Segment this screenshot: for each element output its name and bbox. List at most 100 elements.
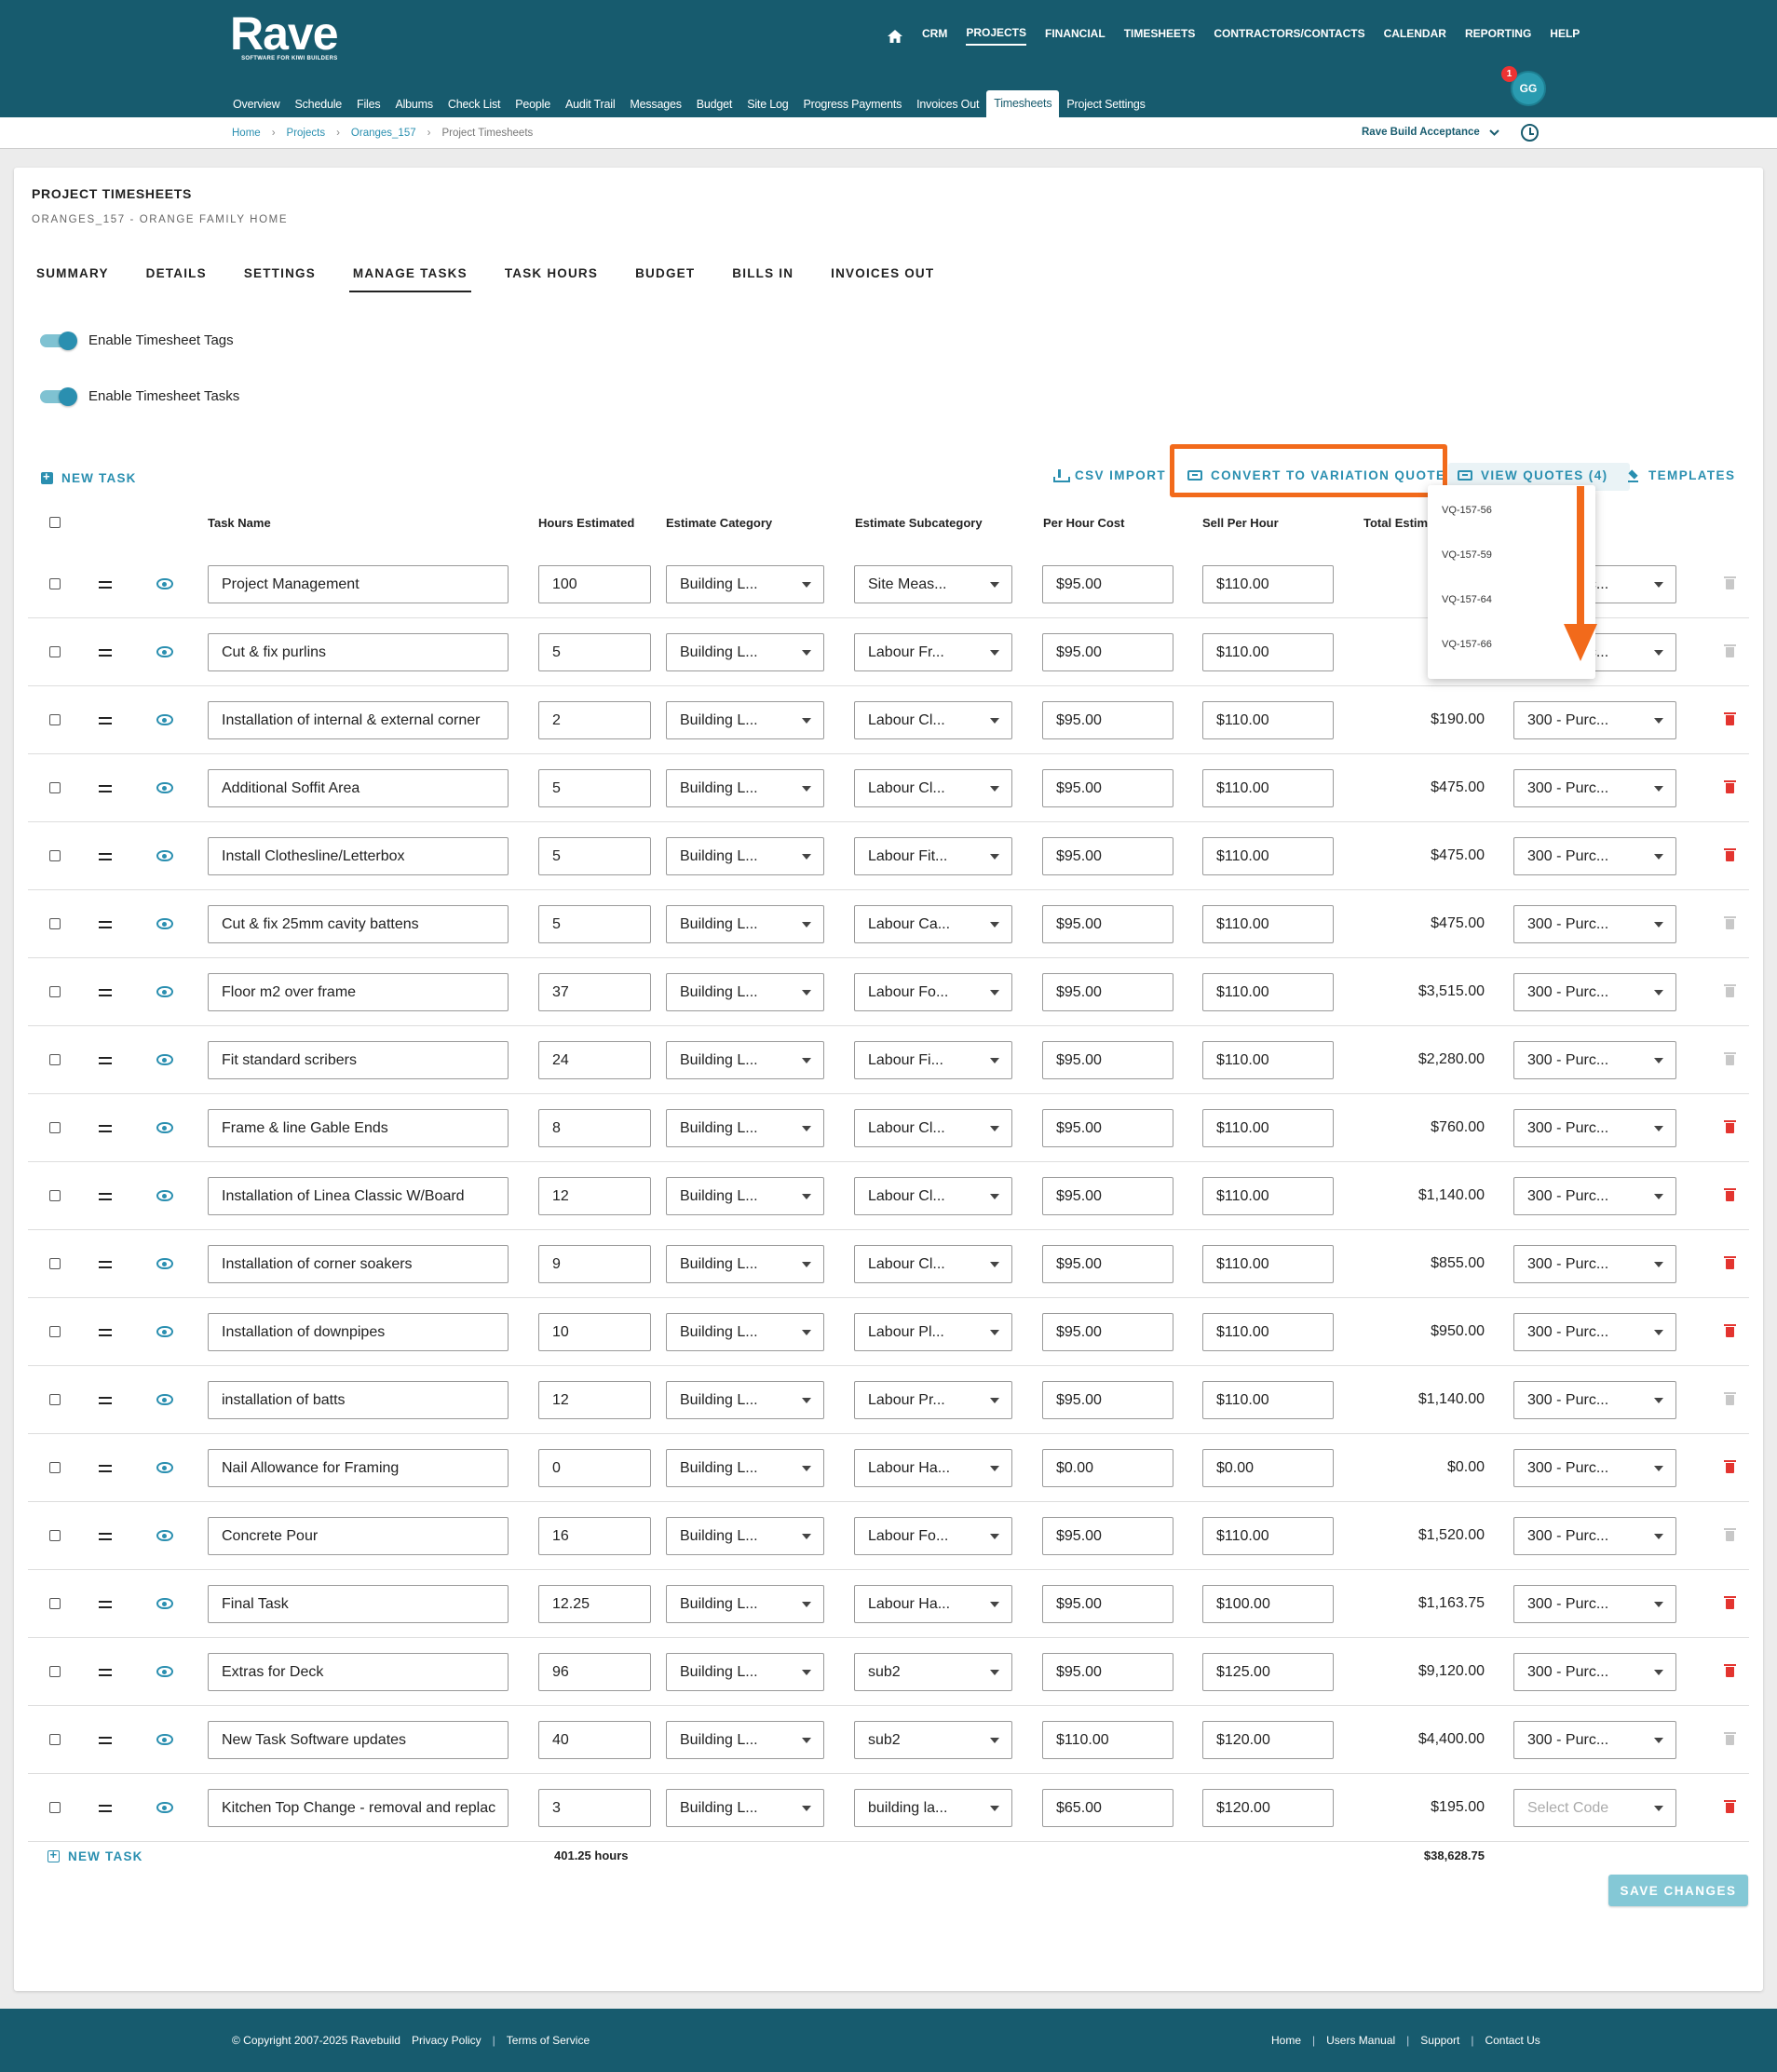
estimate-subcategory-select[interactable]: Labour Cl...: [854, 1109, 1012, 1147]
estimate-category-select[interactable]: Building L...: [666, 973, 824, 1011]
sub-nav-progress-payments[interactable]: Progress Payments: [803, 98, 902, 117]
estimate-category-select[interactable]: Building L...: [666, 633, 824, 671]
trash-icon[interactable]: [1724, 1324, 1736, 1337]
breadcrumb-home[interactable]: Home: [232, 128, 261, 139]
account-code-select[interactable]: 300 - Purc...: [1513, 973, 1676, 1011]
per-hour-cost-input[interactable]: $95.00: [1042, 1517, 1173, 1555]
sell-per-hour-input[interactable]: $110.00: [1202, 1109, 1334, 1147]
sell-per-hour-input[interactable]: $120.00: [1202, 1789, 1334, 1827]
per-hour-cost-input[interactable]: $95.00: [1042, 1381, 1173, 1419]
per-hour-cost-input[interactable]: $95.00: [1042, 1653, 1173, 1691]
hours-input[interactable]: 40: [538, 1721, 651, 1759]
home-icon[interactable]: [887, 29, 903, 44]
estimate-subcategory-select[interactable]: Labour Ca...: [854, 905, 1012, 943]
task-name-input[interactable]: Frame & line Gable Ends: [208, 1109, 509, 1147]
tab-settings[interactable]: SETTINGS: [240, 266, 319, 292]
tab-budget[interactable]: BUDGET: [631, 266, 699, 292]
hours-input[interactable]: 8: [538, 1109, 651, 1147]
privacy-policy-link[interactable]: Privacy Policy: [412, 2034, 482, 2047]
drag-handle-icon[interactable]: [99, 1669, 112, 1676]
sub-nav-check-list[interactable]: Check List: [448, 98, 501, 117]
estimate-subcategory-select[interactable]: Labour Ha...: [854, 1449, 1012, 1487]
select-all-checkbox[interactable]: [49, 517, 61, 528]
sub-nav-project-settings[interactable]: Project Settings: [1066, 98, 1146, 117]
account-code-select[interactable]: 300 - Purc...: [1513, 1313, 1676, 1351]
breadcrumb-projects[interactable]: Projects: [287, 128, 326, 139]
estimate-subcategory-select[interactable]: Labour Cl...: [854, 769, 1012, 807]
account-code-select[interactable]: 300 - Purc...: [1513, 1517, 1676, 1555]
account-code-select[interactable]: 300 - Purc...: [1513, 1381, 1676, 1419]
eye-icon[interactable]: [156, 1258, 173, 1269]
eye-icon[interactable]: [156, 986, 173, 997]
estimate-subcategory-select[interactable]: Labour Ha...: [854, 1585, 1012, 1623]
per-hour-cost-input[interactable]: $95.00: [1042, 1177, 1173, 1215]
trash-icon[interactable]: [1724, 1596, 1736, 1609]
task-name-input[interactable]: Install Clothesline/Letterbox: [208, 837, 509, 875]
estimate-category-select[interactable]: Building L...: [666, 1313, 824, 1351]
estimate-category-select[interactable]: Building L...: [666, 1449, 824, 1487]
hours-input[interactable]: 24: [538, 1041, 651, 1079]
per-hour-cost-input[interactable]: $95.00: [1042, 1245, 1173, 1283]
row-checkbox[interactable]: [49, 1802, 61, 1813]
users-manual-link[interactable]: Users Manual: [1326, 2034, 1395, 2047]
drag-handle-icon[interactable]: [99, 649, 112, 657]
estimate-subcategory-select[interactable]: Site Meas...: [854, 565, 1012, 603]
estimate-subcategory-select[interactable]: Labour Pr...: [854, 1381, 1012, 1419]
row-checkbox[interactable]: [49, 714, 61, 725]
sell-per-hour-input[interactable]: $110.00: [1202, 1381, 1334, 1419]
trash-icon[interactable]: [1724, 1120, 1736, 1133]
estimate-category-select[interactable]: Building L...: [666, 1381, 824, 1419]
drag-handle-icon[interactable]: [99, 1737, 112, 1744]
task-name-input[interactable]: Kitchen Top Change - removal and replac: [208, 1789, 509, 1827]
row-checkbox[interactable]: [49, 1462, 61, 1473]
hours-input[interactable]: 12.25: [538, 1585, 651, 1623]
task-name-input[interactable]: Floor m2 over frame: [208, 973, 509, 1011]
eye-icon[interactable]: [156, 578, 173, 589]
per-hour-cost-input[interactable]: $95.00: [1042, 769, 1173, 807]
eye-icon[interactable]: [156, 1054, 173, 1065]
task-name-input[interactable]: Cut & fix 25mm cavity battens: [208, 905, 509, 943]
per-hour-cost-input[interactable]: $95.00: [1042, 633, 1173, 671]
estimate-subcategory-select[interactable]: Labour Fo...: [854, 1517, 1012, 1555]
account-code-select[interactable]: 300 - Purc...: [1513, 1177, 1676, 1215]
main-nav-financial[interactable]: FINANCIAL: [1045, 27, 1106, 45]
eye-icon[interactable]: [156, 1394, 173, 1405]
tab-summary[interactable]: SUMMARY: [33, 266, 113, 292]
per-hour-cost-input[interactable]: $95.00: [1042, 701, 1173, 739]
eye-icon[interactable]: [156, 782, 173, 793]
task-name-input[interactable]: Fit standard scribers: [208, 1041, 509, 1079]
tab-details[interactable]: DETAILS: [142, 266, 210, 292]
drag-handle-icon[interactable]: [99, 581, 112, 589]
terms-link[interactable]: Terms of Service: [507, 2034, 590, 2047]
breadcrumb-project[interactable]: Oranges_157: [351, 128, 416, 139]
row-checkbox[interactable]: [49, 1258, 61, 1269]
eye-icon[interactable]: [156, 1462, 173, 1473]
main-nav-crm[interactable]: CRM: [922, 27, 947, 45]
drag-handle-icon[interactable]: [99, 853, 112, 860]
eye-icon[interactable]: [156, 714, 173, 725]
task-name-input[interactable]: Installation of corner soakers: [208, 1245, 509, 1283]
drag-handle-icon[interactable]: [99, 1397, 112, 1404]
task-name-input[interactable]: installation of batts: [208, 1381, 509, 1419]
row-checkbox[interactable]: [49, 782, 61, 793]
drag-handle-icon[interactable]: [99, 1533, 112, 1540]
row-checkbox[interactable]: [49, 1394, 61, 1405]
estimate-category-select[interactable]: Building L...: [666, 701, 824, 739]
trash-icon[interactable]: [1724, 576, 1736, 589]
row-checkbox[interactable]: [49, 1734, 61, 1745]
per-hour-cost-input[interactable]: $110.00: [1042, 1721, 1173, 1759]
sell-per-hour-input[interactable]: $125.00: [1202, 1653, 1334, 1691]
hours-input[interactable]: 3: [538, 1789, 651, 1827]
hours-input[interactable]: 96: [538, 1653, 651, 1691]
account-code-select[interactable]: 300 - Purc...: [1513, 837, 1676, 875]
quote-option[interactable]: VQ-157-64: [1442, 594, 1492, 605]
estimate-subcategory-select[interactable]: Labour Cl...: [854, 1245, 1012, 1283]
task-name-input[interactable]: Final Task: [208, 1585, 509, 1623]
estimate-subcategory-select[interactable]: Labour Cl...: [854, 701, 1012, 739]
sub-nav-albums[interactable]: Albums: [395, 98, 433, 117]
task-name-input[interactable]: Cut & fix purlins: [208, 633, 509, 671]
task-name-input[interactable]: Nail Allowance for Framing: [208, 1449, 509, 1487]
new-task-button-bottom[interactable]: NEW TASK: [47, 1848, 143, 1863]
main-nav-reporting[interactable]: REPORTING: [1465, 27, 1531, 45]
estimate-subcategory-select[interactable]: Labour Pl...: [854, 1313, 1012, 1351]
